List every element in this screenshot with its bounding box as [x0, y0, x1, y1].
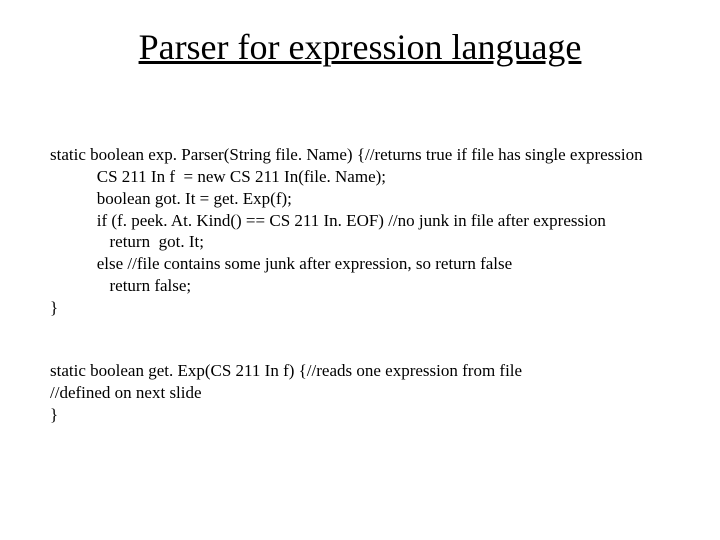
spacer	[50, 318, 670, 338]
code-line: }	[50, 405, 58, 424]
code-block-1: static boolean exp. Parser(String file. …	[50, 123, 670, 319]
code-line: static boolean get. Exp(CS 211 In f) {//…	[50, 361, 522, 380]
code-line: //defined on next slide	[50, 383, 202, 402]
code-line: static boolean exp. Parser(String file. …	[50, 145, 643, 164]
code-line: boolean got. It = get. Exp(f);	[50, 189, 292, 208]
code-block-2: static boolean get. Exp(CS 211 In f) {//…	[50, 338, 670, 425]
code-line: CS 211 In f = new CS 211 In(file. Name);	[50, 167, 386, 186]
code-line: return false;	[50, 276, 191, 295]
slide-title: Parser for expression language	[50, 28, 670, 68]
code-line: }	[50, 298, 58, 317]
slide-container: Parser for expression language static bo…	[0, 0, 720, 540]
code-line: return got. It;	[50, 232, 204, 251]
code-line: else //file contains some junk after exp…	[50, 254, 512, 273]
code-line: if (f. peek. At. Kind() == CS 211 In. EO…	[50, 211, 606, 230]
